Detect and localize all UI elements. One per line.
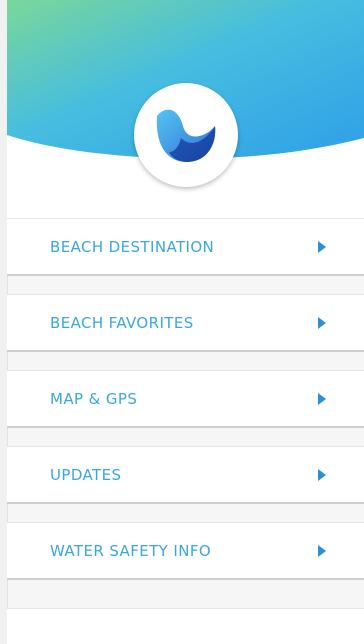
menu-item-updates[interactable]: UPDATES: [7, 446, 364, 504]
logo-badge: [134, 83, 238, 187]
menu-item-label: BEACH DESTINATION: [50, 237, 215, 256]
menu-item-label: WATER SAFETY INFO: [50, 541, 212, 560]
wave-logo-icon: [156, 109, 216, 162]
menu-item-water-safety-info[interactable]: WATER SAFETY INFO: [7, 522, 364, 580]
chevron-right-icon: [318, 316, 326, 329]
chevron-right-icon: [318, 544, 326, 557]
bottom-panel: [7, 608, 364, 644]
menu-item-beach-favorites[interactable]: BEACH FAVORITES: [7, 294, 364, 352]
app-screen: BEACH DESTINATION BEACH FAVORITES MAP & …: [0, 0, 364, 644]
menu-item-label: BEACH FAVORITES: [50, 313, 194, 332]
chevron-right-icon: [318, 392, 326, 405]
chevron-right-icon: [318, 240, 326, 253]
chevron-right-icon: [318, 468, 326, 481]
menu-item-label: UPDATES: [50, 465, 122, 484]
menu-item-map-gps[interactable]: MAP & GPS: [7, 370, 364, 428]
main-menu: BEACH DESTINATION BEACH FAVORITES MAP & …: [7, 218, 364, 598]
menu-item-label: MAP & GPS: [50, 389, 138, 408]
menu-item-beach-destination[interactable]: BEACH DESTINATION: [7, 218, 364, 276]
